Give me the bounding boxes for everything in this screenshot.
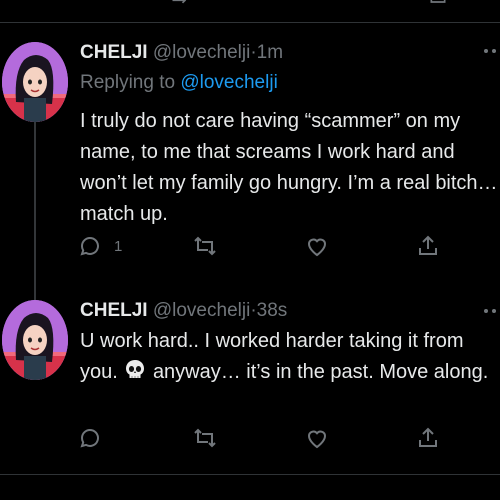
replying-to-handle[interactable]: @lovechelji (180, 72, 277, 93)
retweet-icon[interactable] (170, 0, 190, 8)
retweet-button[interactable] (193, 426, 217, 450)
more-icon[interactable] (482, 306, 500, 316)
heart-icon (307, 430, 327, 449)
share-icon[interactable] (428, 0, 448, 8)
reply-button[interactable] (78, 426, 114, 450)
tweet-text: U work hard.. I worked harder taking it … (80, 326, 498, 388)
divider (0, 474, 500, 475)
avatar-illustration (2, 300, 68, 380)
heart-icon (307, 238, 327, 257)
timestamp[interactable]: 38s (257, 300, 288, 321)
retweet-icon (194, 236, 216, 256)
handle[interactable]: @lovechelji (153, 300, 250, 321)
timestamp[interactable]: 1m (257, 42, 283, 63)
tweet-header: CHELJI @lovechelji·1m (80, 42, 283, 64)
more-icon[interactable] (482, 46, 500, 56)
share-icon (419, 235, 437, 255)
retweet-button[interactable] (193, 234, 217, 258)
tweet-actions: 1 (78, 234, 458, 260)
display-name[interactable]: CHELJI (80, 300, 148, 321)
replying-to-label: Replying to (80, 72, 176, 93)
reply-icon (80, 429, 99, 448)
tweet-actions (78, 426, 458, 452)
display-name[interactable]: CHELJI (80, 42, 148, 63)
like-button[interactable] (305, 234, 329, 258)
avatar[interactable] (2, 300, 68, 380)
tweet-text-part: anyway… it’s in the past. Move along. (152, 361, 489, 383)
tweet-header: CHELJI @lovechelji·38s (80, 300, 287, 322)
replying-to: Replying to @lovechelji (80, 72, 278, 94)
share-icon (419, 427, 437, 447)
thread-connector-line (34, 122, 36, 300)
skull-icon (126, 360, 145, 378)
reply-button[interactable]: 1 (78, 234, 122, 258)
previous-tweet-actions (0, 0, 500, 23)
share-button[interactable] (416, 234, 440, 258)
tweet-text: I truly do not care having “scammer” on … (80, 110, 498, 225)
handle[interactable]: @lovechelji (153, 42, 250, 63)
reply-count: 1 (114, 237, 123, 255)
like-button[interactable] (305, 426, 329, 450)
share-button[interactable] (416, 426, 440, 450)
retweet-icon (194, 428, 216, 448)
avatar[interactable] (2, 42, 68, 122)
reply-icon (80, 237, 99, 256)
avatar-illustration (2, 42, 68, 122)
